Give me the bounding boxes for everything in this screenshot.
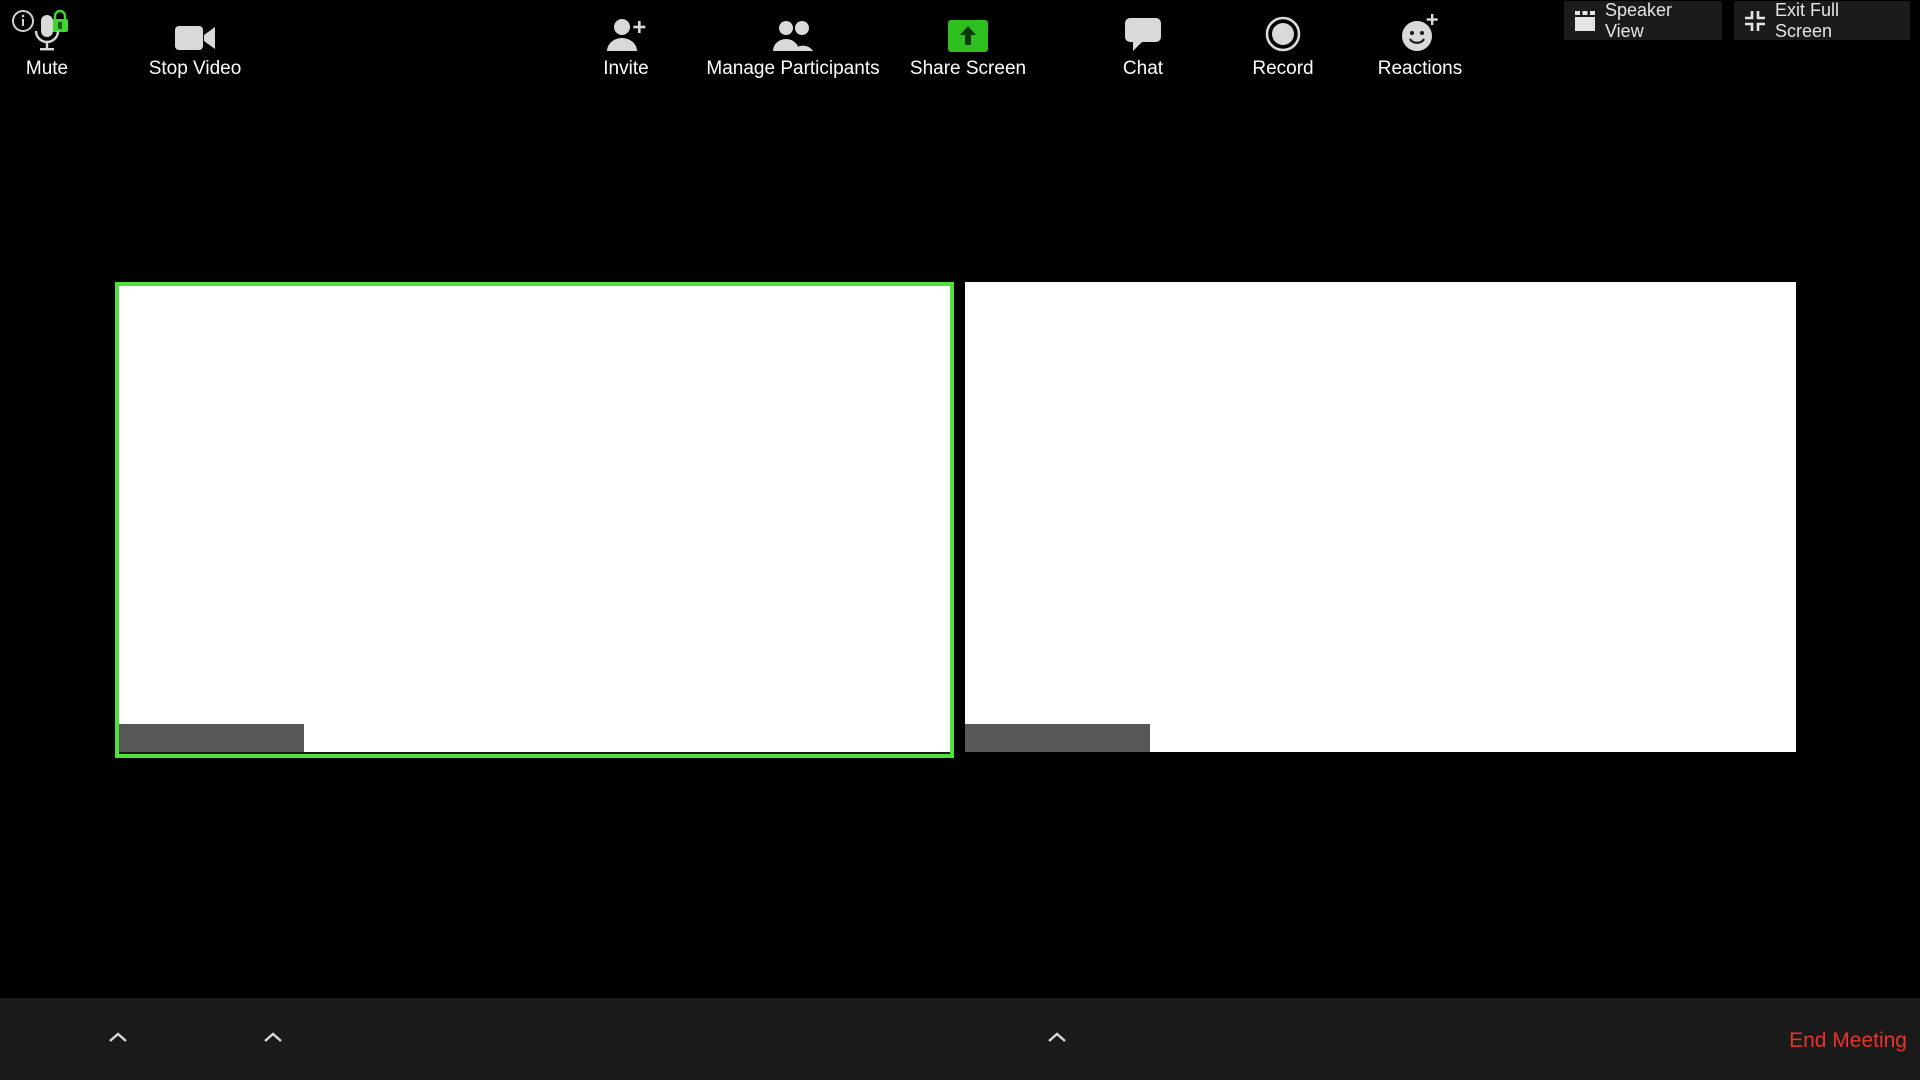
compress-icon <box>1745 10 1765 31</box>
share-options-caret[interactable] <box>1042 1022 1072 1052</box>
record-label: Record <box>1252 58 1314 79</box>
invite-label: Invite <box>603 58 649 79</box>
mute-button[interactable]: Mute <box>17 0 77 82</box>
speaker-view-button[interactable]: Speaker View <box>1564 0 1722 41</box>
add-reaction-icon <box>1400 0 1440 52</box>
view-controls: Speaker View Exit Full Screen <box>1564 0 1910 41</box>
exit-full-screen-button[interactable]: Exit Full Screen <box>1734 0 1910 41</box>
gallery-grid-icon <box>1575 10 1595 31</box>
participants-icon <box>773 0 813 52</box>
manage-participants-label: Manage Participants <box>706 58 880 79</box>
reactions-label: Reactions <box>1377 58 1463 79</box>
chevron-up-icon <box>1048 1032 1066 1042</box>
meeting-window: Speaker View Exit Full Screen Mute Stop … <box>0 0 1920 1080</box>
chat-button[interactable]: Chat <box>1113 0 1173 82</box>
record-icon <box>1265 0 1301 52</box>
video-tile-active-speaker[interactable] <box>115 282 954 758</box>
microphone-icon <box>33 0 61 52</box>
speaker-view-label: Speaker View <box>1605 0 1673 41</box>
audio-options-caret[interactable] <box>103 1022 133 1052</box>
tile-divider <box>119 752 950 754</box>
share-screen-icon <box>948 0 988 52</box>
reactions-button[interactable]: Reactions <box>1370 0 1470 82</box>
exit-full-screen-label: Exit Full Screen <box>1775 0 1840 41</box>
invite-button[interactable]: Invite <box>596 0 656 82</box>
share-screen-button[interactable]: Share Screen <box>906 0 1030 82</box>
mute-label: Mute <box>25 58 69 79</box>
participant-name-tag <box>119 724 304 752</box>
stop-video-button[interactable]: Stop Video <box>140 0 250 82</box>
end-meeting-button[interactable]: End Meeting <box>1789 1029 1907 1053</box>
participant-name-tag <box>965 724 1150 752</box>
video-tile-participant[interactable] <box>965 282 1796 752</box>
chat-bubble-icon <box>1125 0 1161 52</box>
share-screen-label: Share Screen <box>909 58 1027 79</box>
meeting-toolbar <box>0 998 1920 1080</box>
chevron-up-icon <box>264 1032 282 1042</box>
chevron-up-icon <box>109 1032 127 1042</box>
record-button[interactable]: Record <box>1246 0 1320 82</box>
video-options-caret[interactable] <box>258 1022 288 1052</box>
add-person-icon <box>606 0 646 52</box>
stop-video-label: Stop Video <box>148 58 242 79</box>
manage-participants-button[interactable]: Manage Participants <box>700 0 886 82</box>
video-camera-icon <box>174 0 216 52</box>
chat-label: Chat <box>1122 58 1164 79</box>
